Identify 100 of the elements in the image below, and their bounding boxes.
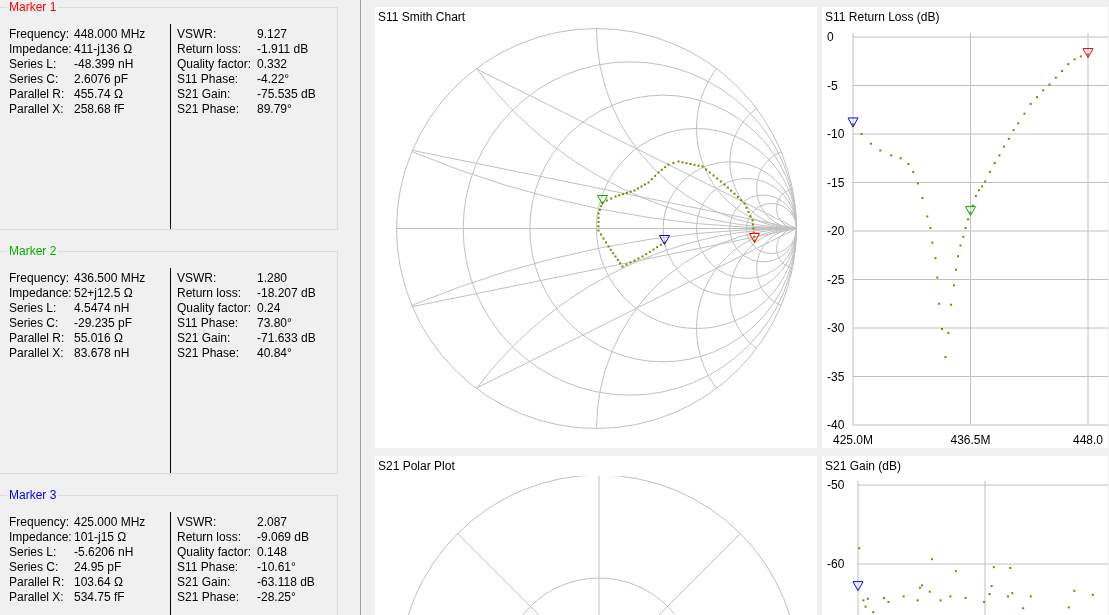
- data-point: [950, 303, 953, 306]
- field-value: 258.68 fF: [74, 101, 126, 115]
- data-point: [1007, 137, 1010, 140]
- data-point: [869, 142, 872, 145]
- data-point: [962, 235, 965, 238]
- field-value: 534.75 fF: [74, 589, 126, 603]
- data-point: [988, 170, 991, 173]
- marker-title: Marker 3: [9, 488, 57, 502]
- data-point: [926, 215, 929, 218]
- chart-title: S11 Return Loss (dB): [825, 10, 940, 24]
- field-label: VSWR:: [177, 270, 218, 284]
- field-label: VSWR:: [177, 514, 218, 528]
- data-point: [993, 162, 996, 165]
- field-label: S11 Phase:: [177, 315, 240, 329]
- field-value: -4.22°: [257, 71, 291, 85]
- field-value: 0.332: [257, 56, 289, 70]
- field-value: -75.535 dB: [257, 86, 316, 100]
- data-point: [916, 182, 919, 185]
- data-point: [969, 211, 972, 214]
- axis-label: -40: [827, 418, 845, 432]
- field-value: 103.64 Ω: [74, 574, 124, 588]
- chart-title: S21 Gain (dB): [825, 459, 902, 473]
- axis-label: -5: [827, 78, 838, 93]
- axis-label: 448.0: [1073, 433, 1103, 447]
- field-label: Return loss:: [177, 41, 243, 55]
- data-point: [1003, 145, 1006, 148]
- data-point: [998, 154, 1001, 157]
- field-label: Parallel R:: [9, 330, 66, 344]
- data-point: [974, 195, 977, 198]
- data-point: [907, 163, 910, 166]
- data-point: [1023, 112, 1026, 115]
- axis-label: -20: [827, 224, 845, 238]
- field-value: 2.6076 pF: [74, 71, 130, 85]
- field-label: Frequency:: [9, 26, 71, 40]
- field-value: -10.61°: [257, 559, 297, 573]
- chart-title: S21 Polar Plot: [378, 459, 455, 473]
- field-label: Series L:: [9, 56, 58, 70]
- field-value: 83.678 nH: [74, 345, 131, 359]
- axis-label: -50: [827, 478, 845, 492]
- field-value: 24.95 pF: [74, 559, 123, 573]
- data-point: [890, 154, 893, 157]
- chart-title: S11 Smith Chart: [378, 10, 466, 24]
- data-point: [936, 276, 939, 279]
- field-value: 89.79°: [257, 101, 293, 115]
- field-label: S21 Phase:: [177, 101, 241, 115]
- marker-title: Marker 2: [9, 244, 57, 258]
- data-point: [1048, 83, 1051, 86]
- field-value: -5.6206 nH: [74, 544, 135, 558]
- field-label: S11 Phase:: [177, 559, 240, 573]
- data-point: [947, 331, 950, 334]
- field-label: S21 Gain:: [177, 330, 232, 344]
- field-label: Quality factor:: [177, 56, 253, 70]
- data-point: [1061, 69, 1064, 72]
- field-label: Impedance:: [9, 285, 73, 299]
- field-label: Return loss:: [177, 285, 243, 299]
- data-point: [957, 255, 960, 258]
- data-point: [899, 157, 902, 160]
- data-point: [1029, 102, 1032, 105]
- data-point: [934, 257, 937, 260]
- axis-label: -60: [827, 557, 845, 571]
- field-label: Series L:: [9, 544, 58, 558]
- field-label: Series C:: [9, 315, 60, 329]
- data-point: [959, 244, 962, 247]
- field-label: S11 Phase:: [177, 71, 240, 85]
- data-point: [944, 356, 947, 359]
- field-label: S21 Phase:: [177, 345, 241, 359]
- axis-label: -35: [827, 369, 845, 384]
- field-label: Parallel X:: [9, 345, 65, 359]
- data-point: [964, 227, 967, 230]
- data-point: [879, 149, 882, 152]
- axis-label: -10: [827, 127, 845, 141]
- field-value: -71.633 dB: [257, 330, 316, 344]
- field-label: Return loss:: [177, 529, 243, 543]
- field-value: -48.399 nH: [74, 56, 135, 70]
- data-point: [952, 284, 955, 287]
- field-label: Impedance:: [9, 529, 73, 543]
- field-value: -63.118 dB: [257, 574, 315, 588]
- field-label: VSWR:: [177, 26, 218, 40]
- field-label: Series C:: [9, 71, 60, 85]
- field-value: 55.016 Ω: [74, 330, 124, 344]
- data-point: [1017, 122, 1020, 125]
- axis-label: -25: [827, 272, 845, 287]
- data-point: [1073, 58, 1076, 61]
- field-value: 52+j12.5 Ω: [74, 285, 134, 299]
- data-point: [971, 204, 974, 207]
- axis-label: -30: [827, 321, 845, 335]
- field-label: Parallel R:: [9, 574, 66, 588]
- axis-label: 0: [827, 30, 834, 44]
- field-label: Parallel X:: [9, 101, 65, 115]
- field-label: Frequency:: [9, 514, 71, 528]
- field-label: Parallel X:: [9, 589, 65, 603]
- field-value: 73.80°: [257, 315, 293, 329]
- data-point: [912, 170, 915, 173]
- field-value: 425.000 MHz: [74, 514, 147, 528]
- data-point: [929, 227, 932, 230]
- field-label: S21 Phase:: [177, 589, 241, 603]
- field-value: -9.069 dB: [257, 529, 311, 543]
- data-point: [1067, 63, 1070, 66]
- field-label: Quality factor:: [177, 300, 253, 314]
- field-label: Series L:: [9, 300, 58, 314]
